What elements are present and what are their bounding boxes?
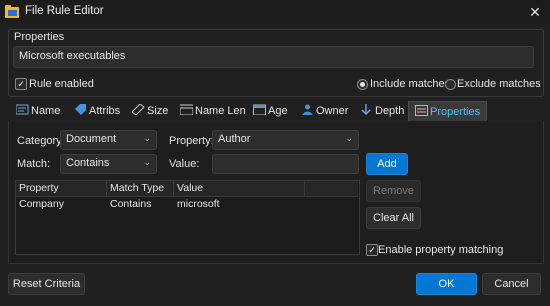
tab-age[interactable]: Age — [253, 101, 288, 121]
property-rules-table[interactable]: Property Match Type Value Company Contai… — [15, 180, 360, 255]
cell-match-type: Contains — [110, 198, 152, 210]
cell-property: Company — [19, 198, 64, 210]
include-matches-radio[interactable] — [357, 79, 368, 90]
tag-icon — [75, 104, 86, 115]
add-button[interactable]: Add — [366, 153, 408, 175]
arrow-down-icon — [361, 104, 371, 115]
column-header-extra — [305, 181, 358, 197]
name-icon — [16, 104, 29, 115]
property-select[interactable]: Author ⌄ — [212, 130, 359, 150]
property-label: Property: — [169, 135, 214, 147]
rule-enabled-label: Rule enabled — [29, 78, 94, 90]
properties-icon — [415, 105, 428, 116]
cell-value: microsoft — [177, 198, 220, 210]
user-icon — [302, 104, 313, 115]
chevron-down-icon: ⌄ — [345, 133, 353, 143]
tab-name-len[interactable]: Name Len — [180, 101, 246, 121]
criteria-tabs: Name Attribs Size Name Len Age Owner Dep… — [8, 101, 542, 122]
column-header-property[interactable]: Property — [16, 181, 107, 197]
app-icon — [5, 5, 19, 18]
exclude-matches-label: Exclude matches — [457, 78, 541, 90]
close-icon[interactable]: ✕ — [522, 1, 548, 23]
rule-enabled-checkbox[interactable]: ✓ — [15, 78, 27, 90]
tab-depth[interactable]: Depth — [360, 101, 404, 121]
chevron-down-icon: ⌄ — [143, 157, 151, 167]
include-matches-label: Include matches — [370, 78, 451, 90]
value-input[interactable] — [212, 154, 359, 174]
tab-name[interactable]: Name — [16, 101, 60, 121]
enable-property-matching-label: Enable property matching — [378, 244, 504, 256]
value-label: Value: — [169, 158, 200, 170]
tab-attribs[interactable]: Attribs — [74, 101, 120, 121]
chevron-down-icon: ⌄ — [143, 133, 151, 143]
exclude-matches-radio[interactable] — [445, 79, 456, 90]
tab-size[interactable]: Size — [132, 101, 168, 121]
window-title: File Rule Editor — [25, 5, 104, 17]
ruler-icon — [132, 104, 145, 115]
match-select[interactable]: Contains ⌄ — [60, 154, 157, 174]
category-label: Category: — [17, 135, 65, 147]
column-header-value[interactable]: Value — [174, 181, 305, 197]
name-length-icon — [180, 104, 193, 115]
rule-name-field[interactable]: Microsoft executables — [13, 46, 534, 68]
match-label: Match: — [17, 158, 51, 170]
reset-criteria-button[interactable]: Reset Criteria — [8, 273, 85, 295]
clear-all-button[interactable]: Clear All — [366, 207, 421, 229]
remove-button[interactable]: Remove — [366, 180, 421, 202]
ok-button[interactable]: OK — [416, 273, 477, 295]
tab-properties[interactable]: Properties — [408, 101, 488, 122]
category-select[interactable]: Document ⌄ — [60, 130, 157, 150]
rule-name-value: Microsoft executables — [19, 50, 126, 62]
calendar-icon — [253, 104, 266, 115]
enable-property-matching-checkbox[interactable]: ✓ — [366, 244, 378, 256]
tab-owner[interactable]: Owner — [301, 101, 348, 121]
properties-group-label: Properties — [14, 31, 65, 43]
cancel-button[interactable]: Cancel — [482, 273, 541, 295]
column-header-match-type[interactable]: Match Type — [107, 181, 174, 197]
